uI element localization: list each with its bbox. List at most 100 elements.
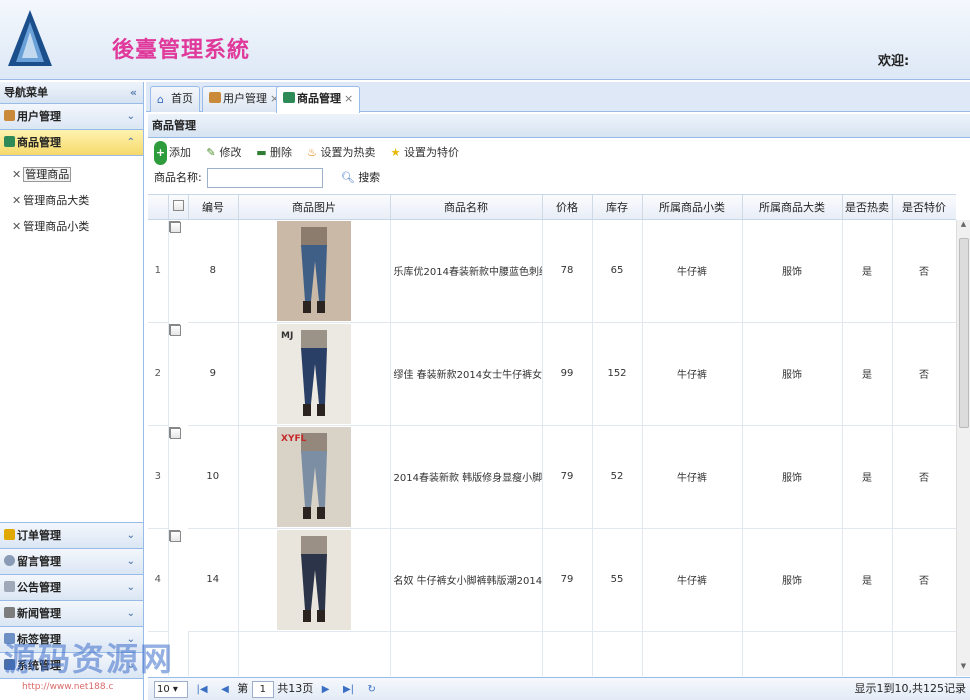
- row-checkbox[interactable]: [168, 529, 181, 542]
- sidebar-item-manage-small-category[interactable]: ✕ 管理商品小类: [0, 214, 143, 240]
- col-header-stock[interactable]: 库存: [592, 195, 643, 220]
- empty-cell: [390, 631, 543, 676]
- delete-button[interactable]: ▬ 删除: [255, 141, 292, 165]
- table-row[interactable]: 310 XYFL 2014春装新款 韩版修身显瘦小脚裤休7952牛仔裤服饰是否: [148, 425, 956, 529]
- add-button[interactable]: + 添加: [154, 141, 191, 165]
- col-header-id[interactable]: 编号: [188, 195, 239, 220]
- page-prefix: 第: [237, 682, 249, 695]
- watermark: 源码资源网: [4, 640, 175, 678]
- price-cell: 78: [542, 219, 593, 323]
- set-hot-button[interactable]: ♨ 设置为热卖: [306, 141, 375, 165]
- wrench-icon: ✕: [12, 194, 22, 207]
- col-header-price[interactable]: 价格: [542, 195, 593, 220]
- col-header-special[interactable]: 是否特价: [892, 195, 956, 220]
- image-cell: MJ: [238, 322, 391, 426]
- add-icon: +: [154, 141, 167, 165]
- sidebar-section-users[interactable]: 用户管理 ⌄: [0, 104, 143, 130]
- scroll-up-icon[interactable]: ▲: [957, 220, 970, 234]
- empty-cell: [842, 631, 893, 676]
- prev-page-icon[interactable]: ◀: [221, 684, 229, 695]
- special-cell: 否: [892, 425, 956, 529]
- stock-cell: 52: [592, 425, 643, 529]
- special-cell: 否: [892, 219, 956, 323]
- table-row[interactable]: [148, 631, 956, 676]
- col-header-small-category[interactable]: 所属商品小类: [642, 195, 743, 220]
- last-page-icon[interactable]: ▶|: [343, 684, 354, 695]
- empty-cell: [742, 631, 843, 676]
- vertical-scrollbar[interactable]: ▲ ▼: [956, 220, 970, 676]
- col-header-name[interactable]: 商品名称: [390, 195, 543, 220]
- next-page-icon[interactable]: ▶: [322, 684, 330, 695]
- hot-cell: 是: [842, 528, 893, 632]
- row-checkbox[interactable]: [168, 426, 181, 439]
- product-grid: 编号 商品图片 商品名称 价格 库存 所属商品小类 所属商品大类 是否热卖 是否…: [148, 194, 956, 676]
- name-cell: 2014春装新款 韩版修身显瘦小脚裤休: [390, 425, 543, 529]
- product-submenu: ✕ 管理商品 ✕ 管理商品大类 ✕ 管理商品小类: [0, 156, 143, 523]
- sidebar-section-products[interactable]: 商品管理 ⌃: [0, 130, 143, 156]
- sidebar-section-news[interactable]: 新闻管理 ⌄: [0, 601, 143, 627]
- chevron-down-icon: ⌄: [126, 111, 135, 122]
- wrench-icon: ✕: [12, 220, 22, 233]
- col-header-hot[interactable]: 是否热卖: [842, 195, 893, 220]
- empty-cell: [892, 631, 956, 676]
- pencil-icon: ✎: [206, 146, 216, 159]
- empty-cell: [642, 631, 743, 676]
- row-checkbox[interactable]: [168, 323, 181, 336]
- row-checkbox[interactable]: [168, 221, 181, 233]
- special-cell: 否: [892, 528, 956, 632]
- users-icon: [209, 92, 221, 103]
- rownum-cell: 3: [148, 425, 169, 529]
- col-header-image[interactable]: 商品图片: [238, 195, 391, 220]
- price-cell: 99: [542, 322, 593, 426]
- hot-cell: 是: [842, 322, 893, 426]
- col-header-big-category[interactable]: 所属商品大类: [742, 195, 843, 220]
- close-icon[interactable]: ×: [344, 92, 353, 105]
- sidebar-heading-label: 导航菜单: [4, 86, 48, 99]
- svg-text:MJ: MJ: [281, 331, 293, 341]
- set-special-button[interactable]: ★ 设置为特价: [389, 141, 459, 165]
- product-thumbnail: [277, 529, 351, 630]
- search-input[interactable]: [207, 168, 324, 188]
- name-cell: 缪佳 春装新款2014女士牛仔裤女小脚: [390, 322, 543, 426]
- tab-product-management[interactable]: 商品管理 ×: [276, 86, 361, 113]
- watermark-url: http://www.net188.c: [22, 682, 114, 692]
- image-cell: [238, 528, 391, 632]
- small-category-cell: 牛仔裤: [642, 322, 743, 426]
- tab-home[interactable]: ⌂ 首页: [150, 86, 200, 112]
- sidebar-item-manage-products[interactable]: ✕ 管理商品: [0, 162, 143, 188]
- scroll-down-icon[interactable]: ▼: [957, 662, 970, 676]
- stock-cell: 55: [592, 528, 643, 632]
- collapse-icon[interactable]: «: [130, 82, 137, 104]
- rownum-cell: 2: [148, 322, 169, 426]
- page-size-select[interactable]: 10 ▾: [154, 680, 188, 698]
- price-cell: 79: [542, 528, 593, 632]
- hot-cell: 是: [842, 425, 893, 529]
- page-total: 共13页: [277, 682, 314, 695]
- table-row[interactable]: 29 MJ 缪佳 春装新款2014女士牛仔裤女小脚99152牛仔裤服饰是否: [148, 322, 956, 426]
- select-all-checkbox[interactable]: [168, 195, 189, 220]
- page-number-input[interactable]: 1: [251, 680, 274, 698]
- pager-summary: 显示1到10,共125记录: [854, 682, 967, 695]
- app-header: 後臺管理系統 欢迎:: [0, 0, 970, 80]
- search-button[interactable]: 🔍︎ 搜索: [341, 171, 380, 184]
- table-row[interactable]: 18 乐库优2014春装新款中腰蓝色刺绣修身7865牛仔裤服饰是否: [148, 219, 956, 323]
- refresh-icon[interactable]: ↻: [368, 684, 376, 695]
- rownum-cell: 1: [148, 219, 169, 323]
- sidebar: 导航菜单 « 用户管理 ⌄ 商品管理 ⌃ ✕ 管理商品 ✕ 管理商品大类 ✕ 管理商品…: [0, 82, 144, 700]
- sidebar-item-manage-big-category[interactable]: ✕ 管理商品大类: [0, 188, 143, 214]
- sidebar-section-orders[interactable]: 订单管理 ⌄: [0, 523, 143, 549]
- rownum-cell: 4: [148, 528, 169, 632]
- search-row: 商品名称: 🔍︎ 搜索: [148, 166, 970, 192]
- id-cell: 9: [188, 322, 239, 426]
- sidebar-section-messages[interactable]: 留言管理 ⌄: [0, 549, 143, 575]
- tab-user-management[interactable]: 用户管理 ×: [202, 86, 287, 112]
- grid-header-row: 编号 商品图片 商品名称 价格 库存 所属商品小类 所属商品大类 是否热卖 是否…: [148, 195, 956, 220]
- first-page-icon[interactable]: |◀: [197, 684, 208, 695]
- star-icon: ★: [390, 146, 401, 159]
- sidebar-section-notices[interactable]: 公告管理 ⌄: [0, 575, 143, 601]
- edit-button[interactable]: ✎ 修改: [205, 141, 241, 165]
- scrollbar-thumb[interactable]: [959, 238, 969, 428]
- table-row[interactable]: 414 名奴 牛仔裤女小脚裤韩版潮2014春装7955牛仔裤服饰是否: [148, 528, 956, 632]
- stock-cell: 152: [592, 322, 643, 426]
- tab-bar: ⌂ 首页 用户管理 × 商品管理 ×: [146, 82, 970, 113]
